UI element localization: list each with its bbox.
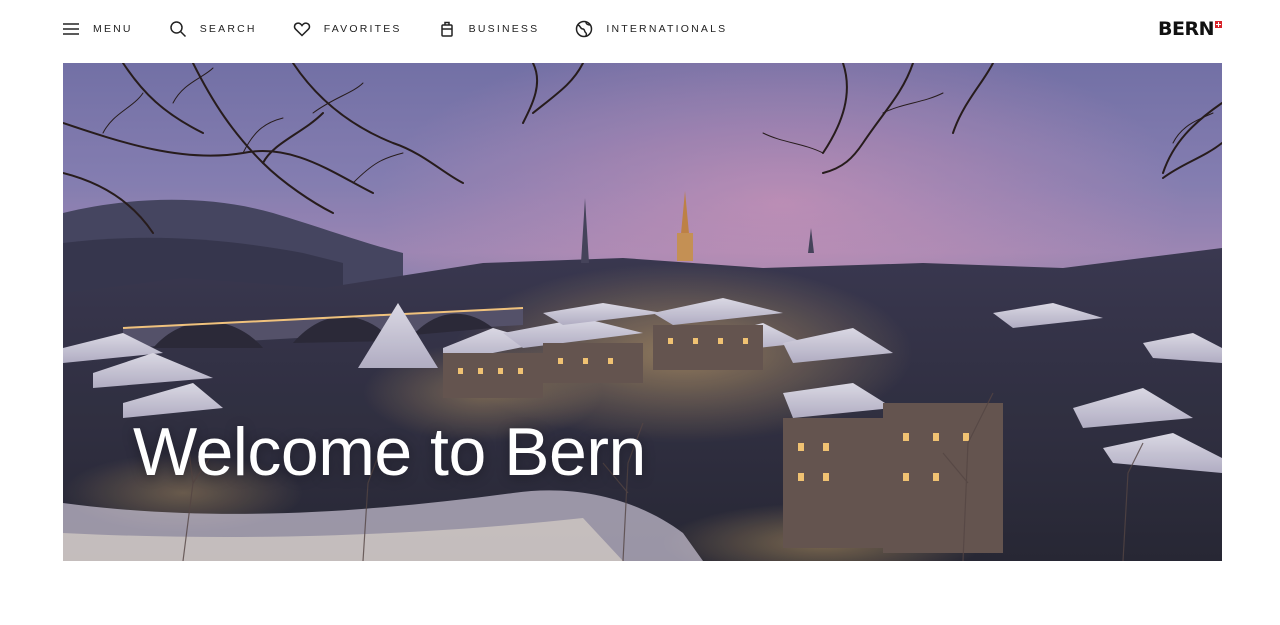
hero-banner: Welcome to Bern bbox=[63, 63, 1222, 561]
swiss-flag-icon bbox=[1215, 21, 1222, 28]
internationals-label: INTERNATIONALS bbox=[606, 23, 728, 35]
hamburger-icon bbox=[62, 20, 80, 38]
search-button[interactable]: SEARCH bbox=[169, 18, 257, 40]
logo-text: BERN bbox=[1158, 18, 1215, 40]
favorites-button[interactable]: FAVORITES bbox=[293, 18, 402, 40]
bern-logo[interactable]: BERN bbox=[1158, 18, 1222, 40]
business-button[interactable]: BUSINESS bbox=[438, 18, 540, 40]
hero-title: Welcome to Bern bbox=[133, 414, 646, 490]
main-nav: MENU SEARCH FAVORITES BUSINESS INTERNATI… bbox=[62, 18, 763, 40]
globe-icon bbox=[575, 20, 593, 38]
search-icon bbox=[169, 20, 187, 38]
menu-label: MENU bbox=[93, 23, 133, 35]
top-navigation-bar: MENU SEARCH FAVORITES BUSINESS INTERNATI… bbox=[0, 0, 1280, 58]
internationals-button[interactable]: INTERNATIONALS bbox=[575, 18, 727, 40]
menu-button[interactable]: MENU bbox=[62, 18, 133, 40]
briefcase-icon bbox=[438, 20, 456, 38]
search-label: SEARCH bbox=[199, 23, 257, 35]
business-label: BUSINESS bbox=[468, 23, 540, 35]
heart-icon bbox=[293, 20, 311, 38]
favorites-label: FAVORITES bbox=[323, 23, 402, 35]
